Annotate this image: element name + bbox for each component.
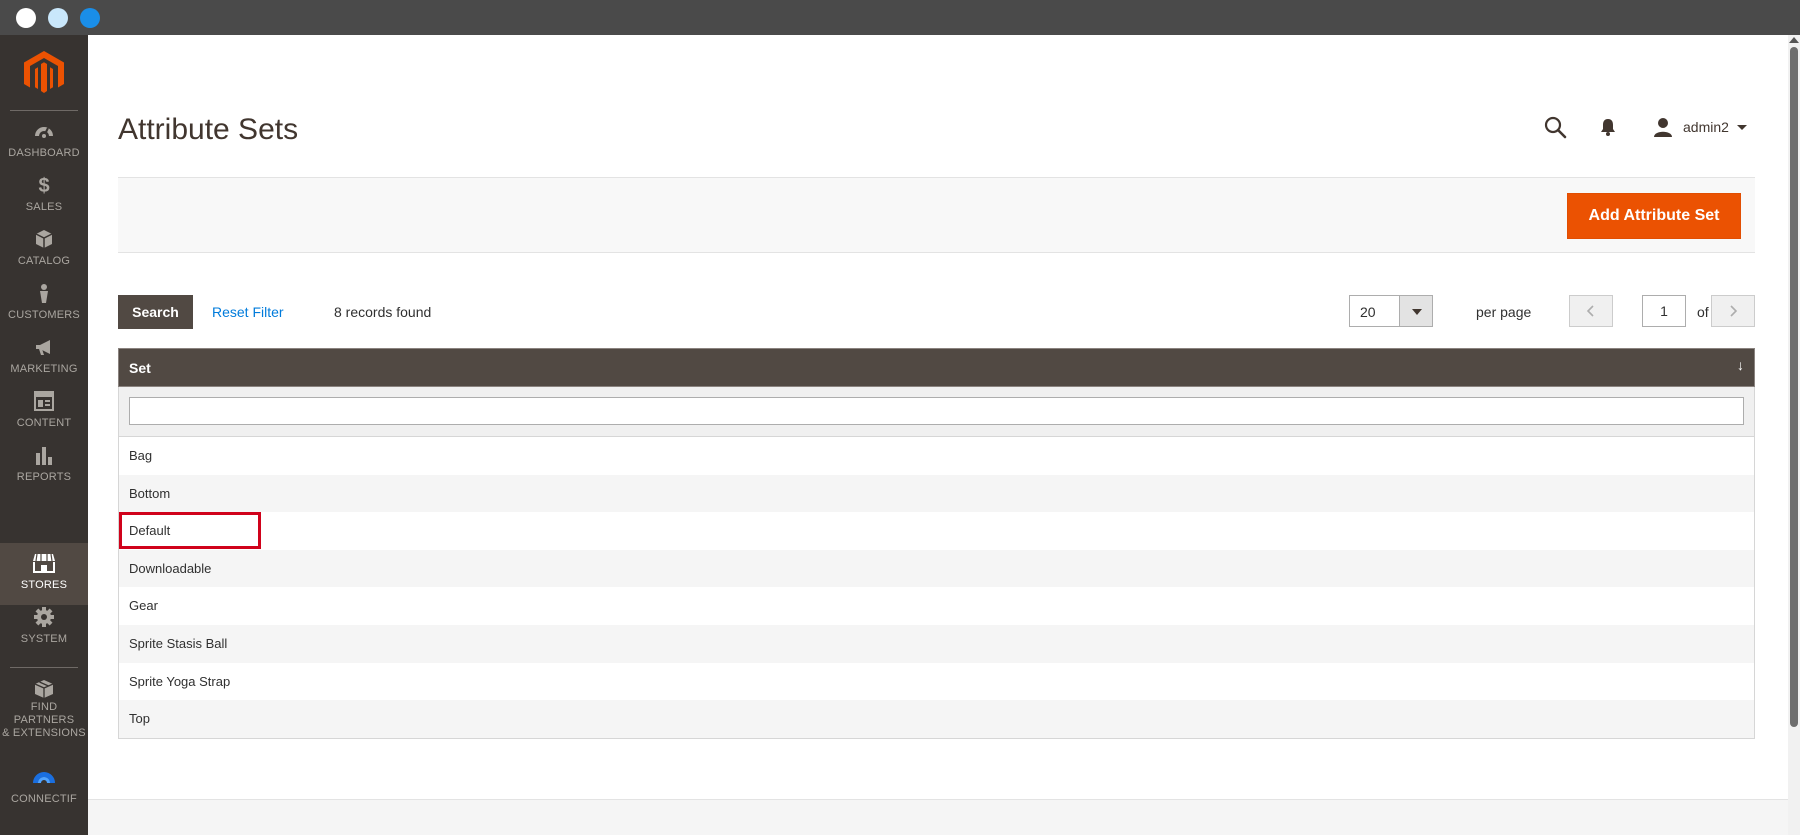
- table-row[interactable]: Top: [119, 700, 1754, 738]
- current-page-input[interactable]: 1: [1642, 295, 1686, 327]
- add-attribute-set-button[interactable]: Add Attribute Set: [1567, 193, 1741, 239]
- set-name-cell: Bag: [129, 448, 153, 463]
- sidebar-item-label: CATALOG: [17, 255, 71, 267]
- sidebar-item-label: FIND PARTNERS & EXTENSIONS: [0, 701, 88, 740]
- window-close-button[interactable]: [16, 8, 36, 28]
- grid-toolbar: Search Reset Filter 8 records found 20 p…: [118, 295, 1755, 329]
- per-page-label: per page: [1476, 304, 1532, 320]
- sidebar-item-system[interactable]: SYSTEM: [0, 597, 88, 659]
- chevron-down-icon: [1412, 309, 1422, 315]
- sidebar-item-connectif[interactable]: CONNECTIF: [0, 757, 88, 819]
- sidebar-item-label: DASHBOARD: [8, 147, 80, 159]
- set-name-cell: Sprite Yoga Strap: [129, 673, 231, 689]
- table-row[interactable]: Bottom: [119, 474, 1754, 513]
- chevron-down-icon: [1736, 124, 1747, 130]
- megaphone-icon: [36, 340, 50, 355]
- sidebar-item-reports[interactable]: REPORTS: [0, 435, 88, 497]
- set-name-cell: Top: [129, 711, 150, 727]
- window-titlebar: [0, 0, 1800, 35]
- magento-logo[interactable]: [24, 51, 64, 95]
- page-scrollbar[interactable]: [1788, 35, 1800, 835]
- set-name-cell: Bottom: [129, 485, 171, 501]
- layout-icon: [34, 391, 54, 411]
- window-minimize-button[interactable]: [48, 8, 68, 28]
- page-actions-bar: Add Attribute Set: [118, 177, 1755, 253]
- sidebar-item-label: CONNECTIF: [11, 793, 77, 805]
- page-footer: [88, 799, 1788, 835]
- per-page-value: 20: [1360, 304, 1376, 320]
- sidebar-item-label: CONTENT: [16, 417, 72, 429]
- user-name: admin2: [1683, 119, 1729, 135]
- gear-icon: [34, 607, 54, 627]
- per-page-select[interactable]: 20: [1349, 295, 1433, 327]
- sidebar-item-label: REPORTS: [16, 471, 72, 483]
- extensions-box-icon: [34, 680, 54, 698]
- sidebar-item-find-partners[interactable]: FIND PARTNERS & EXTENSIONS: [0, 669, 88, 740]
- search-icon[interactable]: [1543, 115, 1567, 139]
- set-filter-input[interactable]: [129, 397, 1744, 425]
- sidebar-item-customers[interactable]: CUSTOMERS: [0, 273, 88, 335]
- svg-text:$: $: [38, 175, 49, 195]
- previous-page-button[interactable]: [1569, 295, 1613, 327]
- table-row[interactable]: Gear: [119, 587, 1754, 625]
- table-row[interactable]: Sprite Stasis Ball: [119, 624, 1754, 663]
- sidebar-item-dashboard[interactable]: DASHBOARD: [0, 111, 88, 173]
- sidebar-item-label-line1: FIND PARTNERS: [13, 701, 75, 726]
- column-header-label: Set: [129, 360, 151, 376]
- connectif-icon: [33, 772, 55, 783]
- sidebar-item-label-line2: & EXTENSIONS: [2, 727, 86, 739]
- person-icon: [40, 284, 48, 303]
- bell-icon[interactable]: [1598, 117, 1618, 137]
- user-icon: [1654, 118, 1672, 137]
- sidebar-item-label: MARKETING: [10, 363, 78, 375]
- sidebar-item-content[interactable]: CONTENT: [0, 381, 88, 443]
- grid-filter-row: [118, 387, 1755, 437]
- set-name-cell: Downloadable: [129, 560, 212, 576]
- next-page-button[interactable]: [1711, 295, 1755, 327]
- admin-sidebar: DASHBOARD $ SALES CATALOG CUSTOMERS MARK…: [0, 35, 88, 835]
- set-name-cell: Gear: [129, 598, 158, 614]
- sidebar-item-label: CUSTOMERS: [8, 309, 80, 321]
- sidebar-item-marketing[interactable]: MARKETING: [0, 327, 88, 389]
- column-header-set[interactable]: Set ↓: [118, 348, 1755, 387]
- sidebar-item-label: SALES: [25, 201, 63, 213]
- sidebar-item-catalog[interactable]: CATALOG: [0, 219, 88, 281]
- attribute-sets-grid: Set ↓ Bag Bottom Default Downloadable Ge…: [118, 348, 1755, 739]
- set-name-cell: Sprite Stasis Ball: [129, 635, 228, 651]
- per-page-toggle[interactable]: [1399, 296, 1432, 326]
- records-count: 8 records found: [334, 304, 432, 320]
- sidebar-item-sales[interactable]: $ SALES: [0, 165, 88, 227]
- set-name-cell: Default: [129, 523, 171, 539]
- table-row[interactable]: Default: [119, 512, 1754, 550]
- main-content: Attribute Sets admin2 Add Attribute Set …: [88, 35, 1788, 835]
- storefront-icon: [33, 553, 55, 573]
- table-row[interactable]: Bag: [119, 437, 1754, 475]
- bar-chart-icon: [36, 447, 52, 465]
- dashboard-icon: [35, 127, 53, 138]
- reset-filter-link[interactable]: Reset Filter: [212, 304, 284, 320]
- sidebar-divider: [10, 667, 78, 668]
- scroll-up-arrow-icon[interactable]: [1789, 37, 1799, 43]
- chevron-right-icon: [1730, 305, 1738, 317]
- chevron-left-icon: [1586, 305, 1594, 317]
- page-title: Attribute Sets: [118, 113, 299, 146]
- cube-icon: [35, 230, 53, 248]
- table-row[interactable]: Downloadable: [119, 549, 1754, 588]
- dollar-icon: $: [38, 175, 49, 195]
- scroll-thumb[interactable]: [1790, 47, 1798, 727]
- sort-arrow-icon: ↓: [1737, 357, 1744, 373]
- grid-body: Bag Bottom Default Downloadable Gear Spr…: [118, 437, 1755, 739]
- search-button[interactable]: Search: [118, 295, 193, 329]
- window-maximize-button[interactable]: [80, 8, 100, 28]
- sidebar-item-label: SYSTEM: [20, 633, 68, 645]
- user-account-menu[interactable]: admin2: [1653, 117, 1747, 137]
- sidebar-item-label: STORES: [20, 579, 68, 591]
- sidebar-item-stores[interactable]: STORES: [0, 543, 88, 605]
- table-row[interactable]: Sprite Yoga Strap: [119, 662, 1754, 701]
